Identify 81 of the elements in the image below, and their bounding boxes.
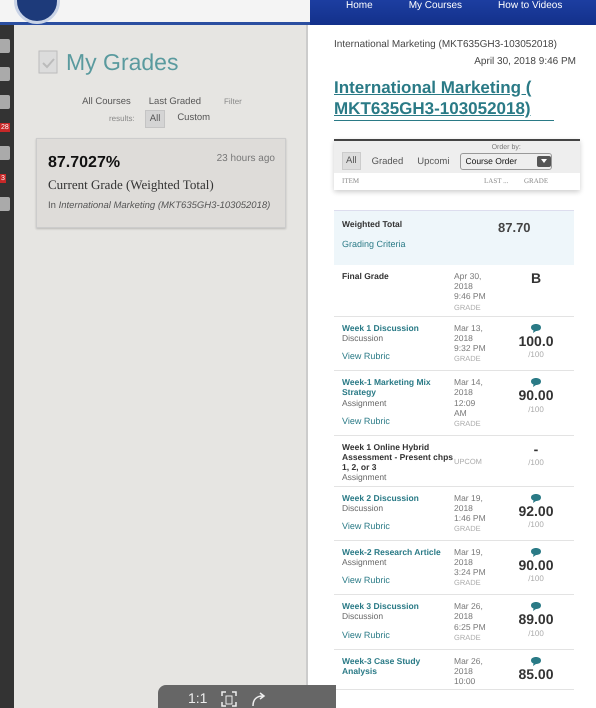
grade-value: 92.00 <box>518 504 554 519</box>
order-dropdown[interactable]: Course Order <box>460 153 552 170</box>
timestamp: 23 hours ago <box>216 152 275 166</box>
date-text: Mar 19, 2018 1:46 PM <box>454 492 487 524</box>
item-type: Assignment <box>342 398 388 408</box>
nav-link[interactable]: Home <box>346 1 373 11</box>
points-possible: /100 <box>528 573 544 586</box>
item-title: Final Grade <box>342 271 390 282</box>
grade-caption: Current Grade (Weighted Total) <box>48 176 215 194</box>
filter-label: Filter <box>224 96 242 108</box>
grade-value: 89.00 <box>518 612 554 628</box>
page-title: My Grades <box>66 48 178 77</box>
date-text: Apr 30, 2018 9:46 PM <box>454 271 487 302</box>
view-rubric-link[interactable]: View Rubric <box>342 414 390 428</box>
points-possible: /100 <box>528 628 544 640</box>
fit-screen-icon <box>221 691 238 707</box>
rotate-icon <box>251 691 268 707</box>
filter-option[interactable]: Custom <box>173 110 214 128</box>
item-link[interactable]: Week 1 Discussion <box>342 322 454 333</box>
nav-link[interactable]: How to Videos <box>498 1 562 11</box>
grade-value: B <box>530 271 542 286</box>
item-title: Week 1 Online Hybrid Assessment - Present chps 1, 2, or 3 <box>342 442 454 472</box>
grade-percent: 87.7027% <box>48 153 120 173</box>
speech-bubble-icon <box>530 492 542 504</box>
item-link[interactable]: Week 3 Discussion <box>342 601 454 612</box>
item-type: Discussion <box>342 502 384 513</box>
sidebar-icon[interactable] <box>0 95 10 109</box>
view-rubric-link[interactable]: View Rubric <box>342 350 390 364</box>
sidebar-icon[interactable] <box>0 39 10 53</box>
date-text: Mar 26, 2018 10:00 <box>454 656 484 686</box>
speech-bubble-icon <box>530 546 542 558</box>
view-rubric-link[interactable]: View Rubric <box>342 520 390 534</box>
grade-value: 87.70 <box>498 219 532 238</box>
item-link[interactable]: Week-3 Case Study Analysis <box>342 656 454 676</box>
course-title-link[interactable]: International Marketing ( MKT635GH3-103052018) <box>334 77 554 120</box>
zoom-ratio[interactable]: 1:1 <box>188 691 208 705</box>
grade-value: 90.00 <box>518 388 554 404</box>
date-text: Mar 14, 2018 12:09 AM <box>454 377 484 418</box>
grade-value: 85.00 <box>518 666 554 682</box>
nav-link[interactable]: My Courses <box>408 1 462 11</box>
results-label: results: <box>108 112 135 125</box>
points-possible: /100 <box>528 518 544 531</box>
filter-option[interactable]: Last Graded <box>144 94 214 110</box>
points-possible: /100 <box>528 457 544 470</box>
sidebar-icon[interactable] <box>0 197 10 211</box>
grade-value: - <box>534 442 538 458</box>
view-rubric-link[interactable]: View Rubric <box>342 628 390 642</box>
filter-option[interactable]: All Courses <box>78 94 135 110</box>
item-type: Assignment <box>342 472 388 482</box>
filter-option[interactable]: All <box>144 110 166 128</box>
sidebar-icon[interactable] <box>0 67 10 81</box>
speech-bubble-icon <box>530 601 542 612</box>
filter-tab[interactable]: Upcomi <box>414 154 452 170</box>
item-link[interactable]: Week 2 Discussion <box>342 492 454 503</box>
date-text: Mar 19, 2018 3:24 PM <box>454 546 487 578</box>
grading-criteria-link[interactable]: Grading Criteria <box>342 239 406 249</box>
item-title: Weighted Total <box>342 218 404 231</box>
grade-card[interactable]: 87.7027% 23 hours ago Current Grade (Weighted Total) In International Marketing (MKT635GH3-103052018) <box>36 138 286 228</box>
item-link[interactable]: Week-2 Research Article <box>342 546 454 558</box>
sidebar-icon[interactable] <box>0 146 10 160</box>
date-text: Mar 13, 2018 9:32 PM <box>454 322 487 354</box>
filter-tab[interactable]: Graded <box>368 154 406 170</box>
points-possible: /100 <box>528 404 544 416</box>
speech-bubble-icon <box>530 322 542 334</box>
document-check-icon <box>38 50 58 74</box>
item-type: Discussion <box>342 611 384 622</box>
grade-value: 100.0 <box>518 334 554 350</box>
speech-bubble-icon <box>530 656 542 667</box>
date-text: Mar 26, 2018 6:25 PM <box>454 601 487 632</box>
speech-bubble-icon <box>530 377 542 388</box>
course-name: In International Marketing (MKT635GH3-103052018) <box>48 198 272 212</box>
caret-icon <box>540 159 547 164</box>
filter-tab[interactable]: All <box>342 152 361 170</box>
points-possible: /100 <box>528 349 544 362</box>
item-type: Assignment <box>342 557 388 568</box>
grade-value: 90.00 <box>518 558 554 574</box>
item-link[interactable]: Week-1 Marketing Mix Strategy <box>342 377 454 398</box>
item-type: Discussion <box>342 333 384 344</box>
view-rubric-link[interactable]: View Rubric <box>342 574 390 588</box>
breadcrumb-text: International Marketing (MKT635GH3-103052018) <box>334 39 558 50</box>
date-text: April 30, 2018 9:46 PM <box>473 55 576 69</box>
